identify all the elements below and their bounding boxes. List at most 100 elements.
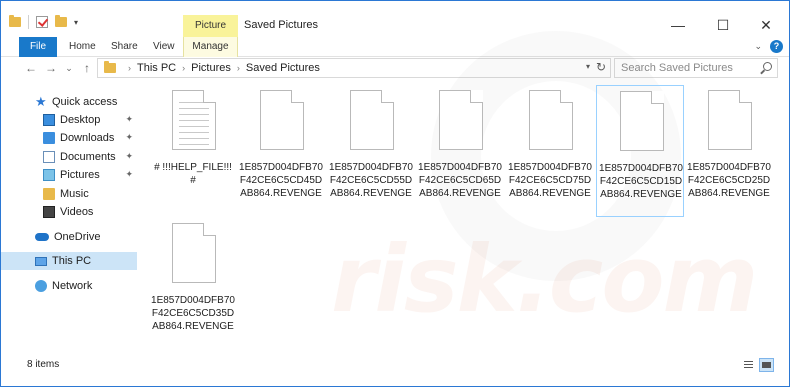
maximize-button[interactable]: ☐ [708,15,738,35]
navigation-pane: ★ Quick access Desktop ✦ Downloads ✦ Doc… [1,83,137,353]
text-file-icon [172,90,216,150]
properties-icon[interactable] [36,16,48,28]
sidebar-item-desktop[interactable]: Desktop ✦ [1,111,137,129]
file-name: 1E857D004DFB70F42CE6C5CD65DAB864.REVENGE [418,162,502,199]
file-name: 1E857D004DFB70F42CE6C5CD35DAB864.REVENGE [151,295,235,332]
sidebar-item-label: Downloads [60,132,115,144]
file-item-selected[interactable]: 1E857D004DFB70F42CE6C5CD15DAB864.REVENGE [596,85,684,217]
details-view-button[interactable] [741,358,756,372]
breadcrumb-pictures[interactable]: Pictures [191,62,231,74]
sidebar-item-label: Pictures [60,169,100,181]
sidebar-item-network[interactable]: Network [1,277,137,295]
sidebar-item-downloads[interactable]: Downloads ✦ [1,129,137,147]
blank-file-icon [620,91,664,151]
item-count: 8 items [27,359,60,370]
desktop-icon [43,114,55,126]
sidebar-item-label: Videos [60,206,94,218]
details-view-icon [744,361,753,369]
pin-icon[interactable]: ✦ [125,114,133,125]
documents-icon [43,151,55,163]
large-icons-view-icon [762,362,771,368]
blank-file-icon [350,90,394,150]
file-item[interactable]: # !!!HELP_FILE!!! # [149,85,237,217]
blank-file-icon [172,223,216,283]
tab-home[interactable]: Home [69,37,96,57]
window-title: Saved Pictures [244,19,318,31]
breadcrumb-saved-pictures[interactable]: Saved Pictures [246,62,320,74]
status-bar: 8 items [1,355,789,377]
breadcrumb-chevron-icon[interactable]: › [128,63,131,73]
sidebar-item-label: Desktop [60,114,101,126]
file-item[interactable]: 1E857D004DFB70F42CE6C5CD55DAB864.REVENGE [327,85,415,217]
sidebar-item-pictures[interactable]: Pictures ✦ [1,166,137,184]
pin-icon[interactable]: ✦ [125,151,133,162]
tab-share[interactable]: Share [111,37,138,57]
sidebar-item-music[interactable]: Music [1,185,137,203]
help-icon[interactable]: ? [770,40,783,53]
tab-file[interactable]: File [19,37,57,57]
downloads-icon [43,132,55,144]
file-name: 1E857D004DFB70F42CE6C5CD45DAB864.REVENGE [239,162,323,199]
blank-file-icon [708,90,752,150]
search-placeholder: Search Saved Pictures [621,62,733,74]
sidebar-item-label: Quick access [52,96,118,108]
blank-file-icon [529,90,573,150]
file-name: 1E857D004DFB70F42CE6C5CD15DAB864.REVENGE [599,163,683,200]
ribbon-tabs: File Home Share View Manage ⌄ ? [1,37,789,57]
pictures-icon [43,169,55,181]
sidebar-item-label: Documents [60,151,116,163]
file-item[interactable]: 1E857D004DFB70F42CE6C5CD75DAB864.REVENGE [506,85,594,217]
sidebar-item-videos[interactable]: Videos [1,203,137,221]
network-icon [35,280,47,292]
file-item[interactable]: 1E857D004DFB70F42CE6C5CD25DAB864.REVENGE [685,85,773,217]
address-row: ← → ⌄ ↑ › This PC › Pictures › Saved Pic… [1,57,789,79]
file-item[interactable]: 1E857D004DFB70F42CE6C5CD65DAB864.REVENGE [416,85,504,217]
new-folder-icon[interactable] [55,15,67,27]
onedrive-cloud-icon [35,233,49,241]
breadcrumb-this-pc[interactable]: This PC [137,62,176,74]
sidebar-item-label: OneDrive [54,231,101,243]
large-icons-view-button[interactable] [759,358,774,372]
sidebar-item-label: Network [52,280,93,292]
location-folder-icon [104,61,116,73]
file-name: 1E857D004DFB70F42CE6C5CD25DAB864.REVENGE [687,162,771,199]
refresh-icon[interactable]: ↻ [596,60,606,74]
expand-ribbon-chevron-icon[interactable]: ⌄ [754,41,762,52]
breadcrumb-chevron-icon[interactable]: › [182,63,185,73]
pin-icon[interactable]: ✦ [125,169,133,180]
sidebar-item-this-pc[interactable]: This PC [1,252,137,270]
back-button[interactable]: ← [23,59,39,77]
forward-button[interactable]: → [43,59,59,77]
blank-file-icon [260,90,304,150]
close-button[interactable]: ✕ [751,15,781,35]
file-item[interactable]: 1E857D004DFB70F42CE6C5CD35DAB864.REVENGE [149,218,237,350]
search-input[interactable]: Search Saved Pictures [614,58,778,78]
customize-toolbar-chevron-icon[interactable]: ▾ [74,18,78,27]
sidebar-item-quick-access[interactable]: ★ Quick access [1,93,137,111]
toolbar-divider [28,15,29,29]
quick-access-toolbar: ▾ [9,15,78,29]
tab-view[interactable]: View [153,37,175,57]
minimize-button[interactable]: — [663,15,693,35]
music-icon [43,188,55,200]
sidebar-item-documents[interactable]: Documents ✦ [1,148,137,166]
tab-manage[interactable]: Manage [183,37,238,57]
ribbon-right-controls: ⌄ ? [754,40,783,53]
breadcrumb-chevron-icon[interactable]: › [237,63,240,73]
sidebar-item-onedrive[interactable]: OneDrive [1,228,137,246]
file-list: # !!!HELP_FILE!!! # 1E857D004DFB70F42CE6… [141,83,781,353]
sidebar-item-label: This PC [52,255,92,267]
blank-file-icon [439,90,483,150]
search-icon [763,62,772,71]
computer-icon [35,256,47,266]
videos-icon [43,206,55,218]
pin-icon[interactable]: ✦ [125,132,133,143]
picture-tools-label: Picture Tools [183,15,238,53]
recent-locations-chevron-icon[interactable]: ⌄ [61,59,77,77]
up-button[interactable]: ↑ [79,59,95,77]
address-bar[interactable]: › This PC › Pictures › Saved Pictures ▾ … [97,58,611,78]
star-icon: ★ [35,94,47,109]
file-name: 1E857D004DFB70F42CE6C5CD75DAB864.REVENGE [508,162,592,199]
address-dropdown-chevron-icon[interactable]: ▾ [586,62,590,71]
file-item[interactable]: 1E857D004DFB70F42CE6C5CD45DAB864.REVENGE [237,85,325,217]
